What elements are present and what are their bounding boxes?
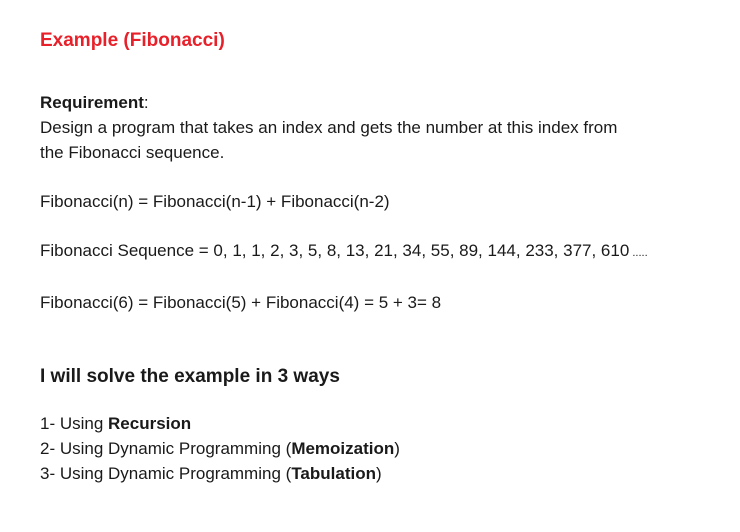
way-close: ) — [394, 439, 400, 458]
way-method: Memoization — [291, 439, 395, 458]
way-close: ) — [376, 464, 382, 483]
requirement-heading: Requirement: — [40, 90, 720, 115]
way-prefix: 3- Using Dynamic Programming — [40, 464, 286, 483]
fibonacci-formula: Fibonacci(n) = Fibonacci(n-1) + Fibonacc… — [40, 192, 390, 211]
section-subheading: I will solve the example in 3 ways — [40, 366, 340, 387]
list-item: 1- Using Recursion — [40, 411, 720, 436]
list-item: 3- Using Dynamic Programming (Tabulation… — [40, 461, 720, 486]
way-method: Recursion — [108, 414, 192, 433]
requirement-text-line-2: the Fibonacci sequence. — [40, 143, 225, 162]
way-method: Tabulation — [291, 464, 376, 483]
document-page: Example (Fibonacci) Requirement: Design … — [40, 28, 720, 486]
sequence-text: Fibonacci Sequence = 0, 1, 1, 2, 3, 5, 8… — [40, 241, 630, 260]
fibonacci-example: Fibonacci(6) = Fibonacci(5) + Fibonacci(… — [40, 293, 442, 312]
list-item: 2- Using Dynamic Programming (Memoizatio… — [40, 436, 720, 461]
sequence-ellipsis: ..... — [629, 247, 648, 259]
requirement-block: Requirement: Design a program that takes… — [40, 90, 720, 165]
page-title: Example (Fibonacci) — [40, 30, 225, 51]
way-prefix: 1- Using — [40, 414, 109, 433]
requirement-label: Requirement — [40, 93, 144, 112]
requirement-text-line-1: Design a program that takes an index and… — [40, 118, 618, 137]
ways-list: 1- Using Recursion 2- Using Dynamic Prog… — [40, 411, 720, 486]
way-prefix: 2- Using Dynamic Programming — [40, 439, 286, 458]
requirement-colon: : — [143, 93, 149, 112]
fibonacci-sequence: Fibonacci Sequence = 0, 1, 1, 2, 3, 5, 8… — [40, 238, 720, 266]
